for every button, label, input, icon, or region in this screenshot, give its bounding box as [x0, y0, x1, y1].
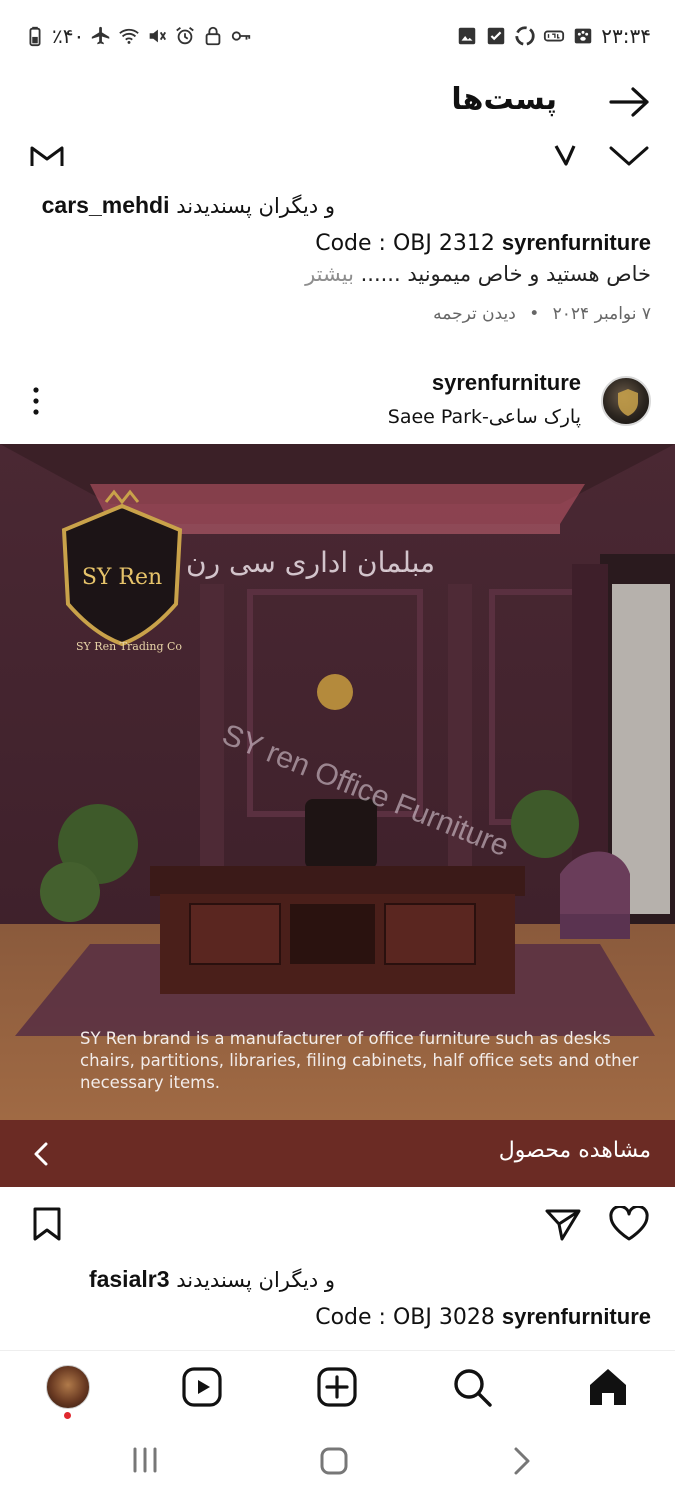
share-icon[interactable]	[554, 144, 576, 166]
battery-percent: ٪۴۰	[52, 24, 85, 48]
like-icon[interactable]	[608, 142, 650, 168]
paw-icon	[575, 28, 592, 44]
image-headline: مبلمان اداری سی رن	[186, 546, 436, 579]
caption-text-body: خاص هستید و خاص میمونید ......	[360, 262, 651, 286]
check-icon	[488, 27, 505, 45]
arrow-right-icon[interactable]	[609, 86, 651, 118]
bookmark-icon[interactable]	[30, 144, 64, 166]
view-product-label: مشاهده محصول	[498, 1138, 651, 1163]
caption-text: خاص هستید و خاص میمونید ...... بیشتر	[305, 262, 651, 286]
search-icon[interactable]	[450, 1365, 494, 1409]
top-bar: پست‌ها	[0, 76, 675, 136]
shield-logo-icon	[618, 389, 638, 416]
author-avatar[interactable]	[601, 376, 651, 426]
create-icon[interactable]	[315, 1365, 359, 1409]
likes-suffix: و دیگران پسندیدند	[176, 1268, 335, 1292]
caption-line: Code : OBJ 3028 syrenfurniture	[315, 1304, 651, 1330]
view-product-button[interactable]: مشاهده محصول	[0, 1120, 675, 1187]
alarm-icon	[176, 27, 195, 45]
caption-line: Code : OBJ 2312 syrenfurniture	[315, 230, 651, 256]
status-left: ٪۴۰	[24, 24, 252, 48]
system-nav	[0, 1422, 675, 1500]
caption-user[interactable]: syrenfurniture	[502, 230, 651, 255]
recents-icon[interactable]	[130, 1446, 160, 1474]
post-actions	[0, 1190, 675, 1256]
home-button-icon[interactable]	[319, 1446, 349, 1476]
caption-code: Code : OBJ 2312	[315, 231, 495, 256]
airplane-icon	[92, 26, 110, 45]
mute-icon	[149, 29, 167, 43]
meta-separator: •	[529, 304, 540, 324]
post-date: ۷ نوامبر ۲۰۲۴	[552, 304, 651, 324]
battery-icon	[29, 26, 41, 47]
like-icon[interactable]	[608, 1206, 650, 1242]
caption-user[interactable]: syrenfurniture	[502, 1304, 651, 1329]
status-bar: ٪۴۰ ۲۳:۳۴	[0, 0, 675, 76]
more-link[interactable]: بیشتر	[305, 262, 354, 286]
post-meta: ۷ نوامبر ۲۰۲۴ • دیدن ترجمه	[433, 304, 651, 324]
clock: ۲۳:۳۴	[601, 24, 651, 48]
previous-post-actions	[0, 136, 675, 176]
key-icon	[232, 31, 251, 41]
bookmark-icon[interactable]	[32, 1206, 62, 1242]
share-icon[interactable]	[544, 1206, 582, 1242]
logo-text: SY Ren	[82, 565, 162, 590]
vpn-icon	[544, 30, 565, 42]
post-image[interactable]: SY Ren مبلمان اداری سی رن SY Ren Trading…	[0, 444, 675, 1120]
page-title: پست‌ها	[451, 82, 557, 117]
notification-dot	[64, 1412, 71, 1419]
bottom-nav	[0, 1350, 675, 1422]
author-name[interactable]: syrenfurniture	[432, 370, 581, 396]
back-icon[interactable]	[510, 1446, 534, 1476]
lock-icon	[205, 26, 221, 46]
status-right: ۲۳:۳۴	[456, 24, 651, 48]
home-icon[interactable]	[586, 1365, 630, 1409]
reels-icon[interactable]	[180, 1365, 224, 1409]
image-logo-subtitle: SY Ren Trading Co	[76, 640, 183, 653]
caption-code: Code : OBJ 3028	[315, 1305, 495, 1330]
gallery-icon	[459, 27, 476, 45]
likes-summary[interactable]: و دیگران پسندیدند cars_mehdi	[42, 192, 335, 219]
wifi-icon	[119, 28, 140, 44]
likes-summary[interactable]: و دیگران پسندیدند fasialr3	[89, 1266, 335, 1293]
translate-link[interactable]: دیدن ترجمه	[433, 304, 516, 324]
image-description: SY Ren brand is a manufacturer of office…	[80, 1029, 639, 1092]
profile-avatar[interactable]	[46, 1365, 90, 1409]
likes-user[interactable]: cars_mehdi	[42, 192, 170, 218]
post-location[interactable]: پارک ساعی-Saee Park	[388, 406, 581, 428]
recycle-icon	[515, 26, 535, 46]
kebab-menu-icon[interactable]	[26, 386, 46, 416]
chevron-left-icon	[34, 1142, 48, 1166]
likes-suffix: و دیگران پسندیدند	[176, 194, 335, 218]
likes-user[interactable]: fasialr3	[89, 1266, 170, 1292]
